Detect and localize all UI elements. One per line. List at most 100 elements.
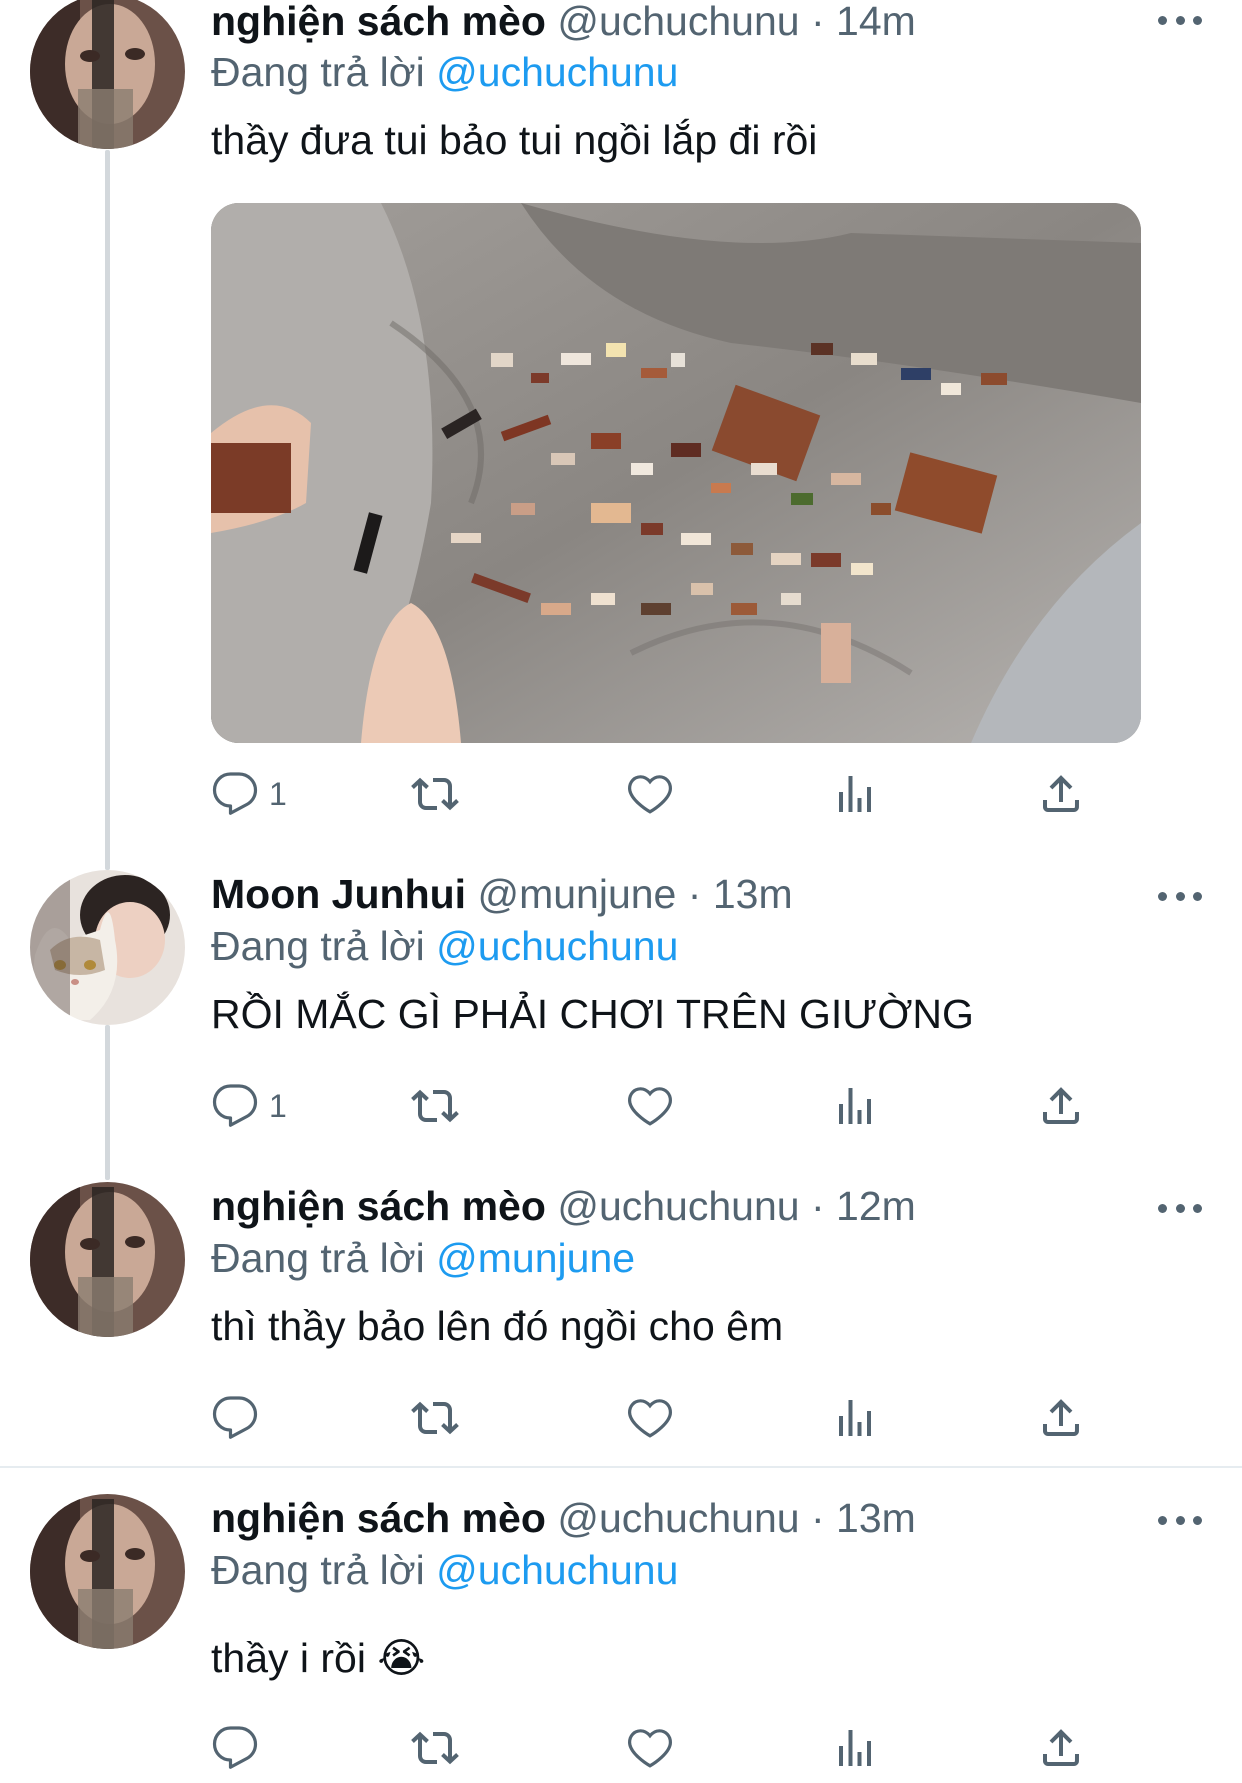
profile-photo [30,1494,185,1649]
username[interactable]: @uchuchunu [557,1183,799,1229]
username[interactable]: @uchuchunu [557,1495,799,1541]
tweet-actions [211,1720,1091,1776]
separator-dot: · [810,0,825,44]
views-icon [839,1730,871,1766]
tweet[interactable]: nghiện sách mèo @uchuchunu · 12m Đang tr… [0,1182,1242,1457]
separator-dot: · [687,871,702,917]
views-button[interactable] [831,1390,879,1446]
display-name[interactable]: nghiện sách mèo [211,1495,546,1541]
reply-icon [212,1084,258,1127]
profile-photo [30,870,185,1025]
reply-button[interactable]: 1 [211,1078,287,1134]
tweet-actions: 1 [211,1078,1091,1134]
display-name[interactable]: nghiện sách mèo [211,1183,546,1229]
profile-photo [30,1182,185,1337]
profile-photo [30,0,185,149]
share-icon [1043,1729,1079,1766]
timestamp[interactable]: 13m [713,871,793,917]
replying-to-label: Đang trả lời [211,1547,425,1593]
thread-divider [0,1466,1242,1468]
reply-count: 1 [269,1087,287,1124]
share-icon [1043,775,1079,812]
replying-to: Đang trả lời @uchuchunu [211,922,678,970]
views-icon [839,776,871,812]
avatar[interactable] [30,1182,185,1337]
tweet-header: nghiện sách mèo @uchuchunu · 14m [211,0,916,45]
retweet-icon [411,1401,459,1435]
display-name[interactable]: nghiện sách mèo [211,0,546,44]
retweet-icon [411,1731,459,1765]
views-icon [839,1088,871,1124]
replying-to: Đang trả lời @munjune [211,1234,635,1282]
tweet-photo[interactable] [211,203,1141,743]
tweet-actions: 1 [211,766,1091,822]
tweet-actions [211,1390,1091,1446]
retweet-icon [411,777,459,811]
tweet-text: thầy đưa tui bảo tui ngồi lắp đi rồi [211,117,818,163]
reply-icon [212,1396,258,1439]
avatar[interactable] [30,0,185,149]
like-button[interactable] [626,1720,674,1776]
reply-icon [212,772,258,815]
replying-to: Đang trả lời @uchuchunu [211,1546,678,1594]
tweet-text: thì thầy bảo lên đó ngồi cho êm [211,1303,784,1349]
views-button[interactable] [831,766,879,822]
retweet-button[interactable] [411,1078,459,1134]
more-icon[interactable] [1158,1514,1202,1526]
avatar[interactable] [30,870,185,1025]
heart-icon [627,1729,673,1768]
display-name[interactable]: Moon Junhui [211,871,466,917]
views-button[interactable] [831,1720,879,1776]
lego-on-bed-photo [211,203,1141,743]
replying-to-label: Đang trả lời [211,1235,425,1281]
reply-button[interactable] [211,1720,269,1776]
retweet-button[interactable] [411,766,459,822]
like-button[interactable] [626,1078,674,1134]
share-button[interactable] [1037,1720,1085,1776]
views-button[interactable] [831,1078,879,1134]
more-icon[interactable] [1158,14,1202,26]
heart-icon [627,775,673,814]
reply-count: 1 [269,775,287,812]
tweet[interactable]: nghiện sách mèo @uchuchunu · 13m Đang tr… [0,1494,1242,1783]
tweet[interactable]: nghiện sách mèo @uchuchunu · 14m Đang tr… [0,0,1242,840]
separator-dot: · [810,1183,825,1229]
reply-button[interactable] [211,1390,269,1446]
timestamp[interactable]: 14m [836,0,916,44]
timestamp[interactable]: 13m [836,1495,916,1541]
separator-dot: · [810,1495,825,1541]
share-button[interactable] [1037,766,1085,822]
avatar[interactable] [30,1494,185,1649]
like-button[interactable] [626,766,674,822]
tweet-header: nghiện sách mèo @uchuchunu · 12m [211,1182,916,1230]
like-button[interactable] [626,1390,674,1446]
replying-to-label: Đang trả lời [211,49,425,95]
retweet-button[interactable] [411,1720,459,1776]
views-icon [839,1400,871,1436]
tweet-header: Moon Junhui @munjune · 13m [211,870,793,918]
tweet-text: RỒI MẮC GÌ PHẢI CHƠI TRÊN GIƯỜNG [211,991,974,1037]
share-icon [1043,1399,1079,1436]
mention-link[interactable]: @munjune [436,1235,635,1281]
share-button[interactable] [1037,1078,1085,1134]
replying-to-label: Đang trả lời [211,923,425,969]
mention-link[interactable]: @uchuchunu [436,49,678,95]
more-icon[interactable] [1158,890,1202,902]
retweet-icon [411,1089,459,1123]
mention-link[interactable]: @uchuchunu [436,1547,678,1593]
more-icon[interactable] [1158,1202,1202,1214]
heart-icon [627,1399,673,1438]
retweet-button[interactable] [411,1390,459,1446]
heart-icon [627,1087,673,1126]
replying-to: Đang trả lời @uchuchunu [211,48,678,96]
share-button[interactable] [1037,1390,1085,1446]
tweet-text: thầy i rồi 😭 [211,1635,426,1681]
mention-link[interactable]: @uchuchunu [436,923,678,969]
username[interactable]: @munjune [477,871,676,917]
share-icon [1043,1087,1079,1124]
reply-button[interactable]: 1 [211,766,287,822]
tweet-header: nghiện sách mèo @uchuchunu · 13m [211,1494,916,1542]
username[interactable]: @uchuchunu [557,0,799,44]
tweet[interactable]: Moon Junhui @munjune · 13m Đang trả lời … [0,870,1242,1145]
timestamp[interactable]: 12m [836,1183,916,1229]
